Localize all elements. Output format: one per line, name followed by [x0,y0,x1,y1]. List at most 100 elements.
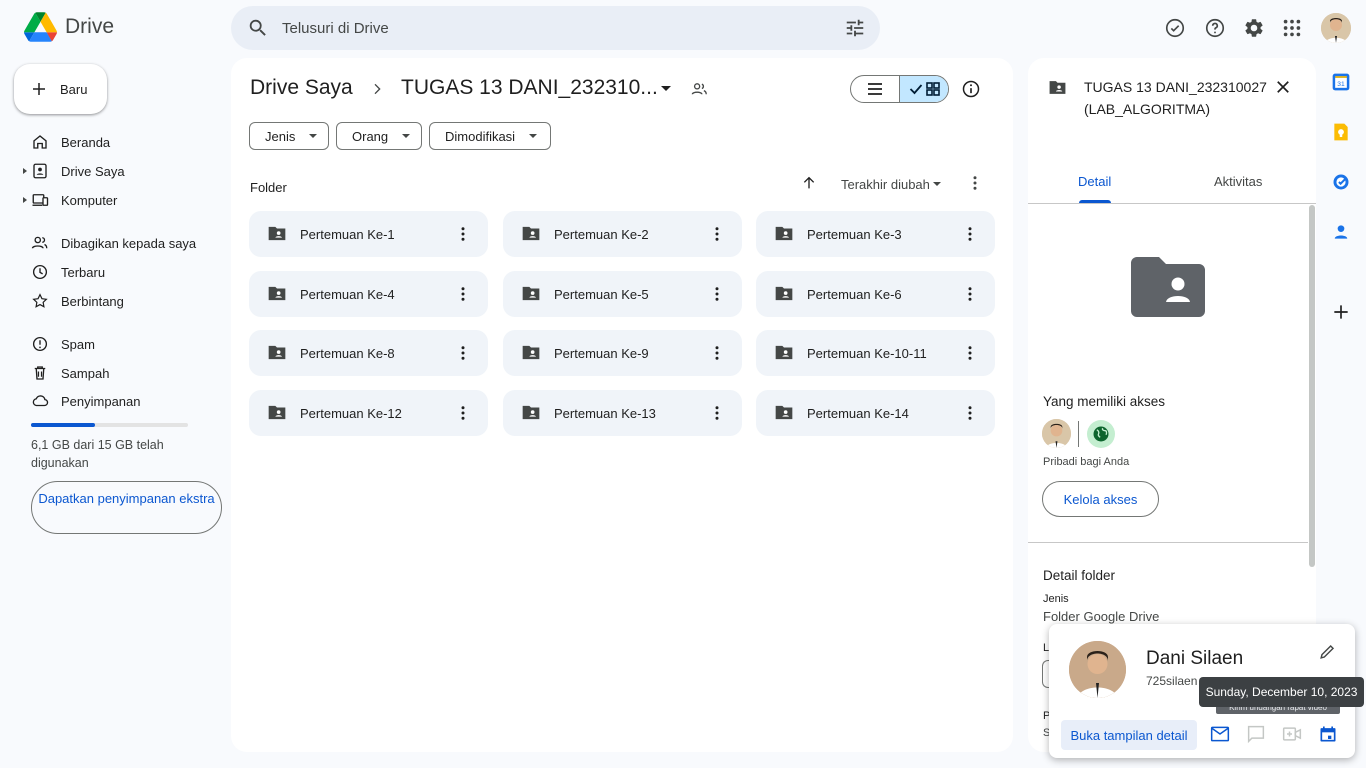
breadcrumb-current[interactable]: TUGAS 13 DANI_232310... [401,76,658,100]
folder-card[interactable]: Pertemuan Ke-3 [756,211,995,257]
more-options-icon[interactable] [708,344,726,362]
clock-icon [32,264,48,280]
drive-logo[interactable]: Drive [24,12,114,42]
edit-pencil-icon[interactable] [1318,642,1337,661]
calendar-app-icon[interactable]: 31 [1331,72,1351,92]
drive-logo-icon [24,12,57,42]
add-addon-icon[interactable] [1331,302,1351,322]
more-options-icon[interactable] [966,174,984,192]
grid-view-button[interactable] [899,76,948,102]
more-options-icon[interactable] [961,344,979,362]
contacts-app-icon[interactable] [1331,222,1351,242]
shared-folder-icon [522,345,540,360]
globe-icon[interactable] [1087,420,1115,448]
folder-card[interactable]: Pertemuan Ke-4 [249,271,488,317]
sidebar-item-trash[interactable]: Sampah [0,360,230,386]
filter-type-chip[interactable]: Jenis [249,122,329,150]
mail-icon[interactable] [1210,725,1230,743]
more-options-icon[interactable] [708,404,726,422]
type-value: Folder Google Drive [1043,609,1160,624]
breadcrumb-root[interactable]: Drive Saya [250,76,353,100]
list-view-button[interactable] [851,76,899,102]
sort-direction-arrow-icon[interactable] [801,175,817,191]
search-icon[interactable] [247,17,269,39]
sidebar-item-spam[interactable]: Spam [0,331,230,357]
folder-card[interactable]: Pertemuan Ke-10-11 [756,330,995,376]
info-icon[interactable] [961,79,981,99]
search-input[interactable]: Telusuri di Drive [282,20,389,37]
sort-by-button[interactable]: Terakhir diubah [841,177,930,192]
tune-icon[interactable] [844,17,866,39]
folder-card[interactable]: Pertemuan Ke-9 [503,330,742,376]
sidebar-item-label: Beranda [61,135,111,150]
sidebar-item-recent[interactable]: Terbaru [0,259,230,285]
folder-card[interactable]: Pertemuan Ke-14 [756,390,995,436]
folder-card[interactable]: Pertemuan Ke-2 [503,211,742,257]
filter-people-chip[interactable]: Orang [336,122,422,150]
folder-card[interactable]: Pertemuan Ke-6 [756,271,995,317]
sidebar-item-storage[interactable]: Penyimpanan [0,388,230,414]
settings-icon[interactable] [1243,17,1265,39]
dropdown-arrow-icon[interactable] [659,84,673,94]
keep-app-icon[interactable] [1331,122,1351,142]
folder-card[interactable]: Pertemuan Ke-5 [503,271,742,317]
sidebar-item-label: Dibagikan kepada saya [61,236,197,251]
shared-folder-icon [775,286,793,301]
more-options-icon[interactable] [961,225,979,243]
dropdown-arrow-icon [529,134,538,138]
account-avatar[interactable] [1321,13,1351,43]
video-call-icon[interactable] [1282,725,1302,743]
more-options-icon[interactable] [454,285,472,303]
sort-dropdown-arrow-icon[interactable] [932,181,942,187]
get-more-storage-button[interactable]: Dapatkan penyimpanan ekstra [31,481,222,534]
more-options-icon[interactable] [961,285,979,303]
sidebar-item-starred[interactable]: Berbintang [0,288,230,314]
sidebar-item-shared[interactable]: Dibagikan kepada saya [0,230,230,256]
filter-modified-chip[interactable]: Dimodifikasi [429,122,551,150]
large-shared-folder-icon [1131,257,1205,317]
folder-card[interactable]: Pertemuan Ke-1 [249,211,488,257]
more-options-icon[interactable] [961,404,979,422]
calendar-icon[interactable] [1318,724,1338,744]
details-divider [1028,542,1308,543]
more-options-icon[interactable] [708,225,726,243]
view-toggle[interactable] [850,75,949,103]
sidebar-item-label: Berbintang [61,294,124,309]
more-options-icon[interactable] [708,285,726,303]
sidebar-item-label: Spam [61,337,95,352]
open-detail-view-button[interactable]: Buka tampilan detail [1061,720,1197,750]
sidebar-item-computers[interactable]: Komputer [0,187,230,213]
shared-folder-icon [522,226,540,241]
chevron-right-icon [374,83,381,95]
ready-offline-icon[interactable] [1164,17,1186,39]
folder-card[interactable]: Pertemuan Ke-8 [249,330,488,376]
more-options-icon[interactable] [454,225,472,243]
sidebar-item-label: Penyimpanan [61,394,141,409]
details-scrollbar[interactable] [1309,205,1315,567]
close-icon[interactable] [1274,78,1292,96]
folder-card[interactable]: Pertemuan Ke-12 [249,390,488,436]
more-options-icon[interactable] [454,404,472,422]
more-options-icon[interactable] [454,344,472,362]
shared-icon [31,236,48,249]
shared-folder-icon [775,226,793,241]
folder-card[interactable]: Pertemuan Ke-13 [503,390,742,436]
expand-caret-icon[interactable] [23,168,27,174]
manage-access-button[interactable]: Kelola akses [1042,481,1159,517]
chat-icon[interactable] [1246,725,1266,743]
app-name: Drive [65,15,115,38]
folder-name: Pertemuan Ke-14 [807,406,909,421]
folder-name: Pertemuan Ke-8 [300,346,395,361]
owner-avatar[interactable] [1042,419,1071,448]
sidebar-item-home[interactable]: Beranda [0,129,230,155]
help-icon[interactable] [1204,17,1226,39]
new-button[interactable]: Baru [14,64,107,114]
expand-caret-icon[interactable] [23,197,27,203]
tab-activity[interactable]: Aktivitas [1214,174,1262,189]
folder-name: Pertemuan Ke-12 [300,406,402,421]
apps-icon[interactable] [1281,17,1303,39]
search-bar[interactable]: Telusuri di Drive [231,6,880,50]
tab-detail[interactable]: Detail [1078,174,1111,189]
sidebar-item-my-drive[interactable]: Drive Saya [0,158,230,184]
tasks-app-icon[interactable] [1331,172,1351,192]
